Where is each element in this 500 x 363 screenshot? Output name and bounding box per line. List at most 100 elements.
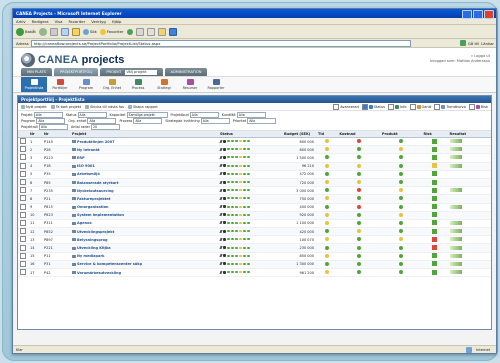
table-row[interactable]: 9 P815 Omorganisation 400 000 <box>18 203 491 212</box>
table-row[interactable]: 14 P221 Utveckling Kitjka 230 000 <box>18 243 491 253</box>
table-row[interactable]: 15 P11 Ny mediapark 850 000 <box>18 252 491 261</box>
table-row[interactable]: 17 P42 Varumärkesutveckling 961 200 <box>18 268 491 278</box>
table-row[interactable]: 2 P26 Ny Intranät 800 000 <box>18 145 491 155</box>
row-checkbox[interactable] <box>20 260 26 267</box>
info-icon[interactable] <box>223 262 226 266</box>
menu-item[interactable]: Visa <box>55 19 63 24</box>
info-icon[interactable] <box>223 254 226 258</box>
row-checkbox[interactable] <box>20 244 26 251</box>
module-button[interactable]: Rapporter <box>203 77 229 92</box>
view-toggle[interactable]: Status <box>361 103 385 110</box>
action-button[interactable]: Ta bort projekt <box>50 104 81 109</box>
action-button[interactable]: Skapa rapport <box>127 104 158 109</box>
project-name-link[interactable]: Utveckling Kitjka <box>77 246 111 250</box>
table-row[interactable]: 8 P21 Faktureprojektet 750 000 <box>18 194 491 204</box>
project-name-link[interactable]: ERP <box>77 156 85 160</box>
menu-item[interactable]: Hjälp <box>112 19 122 24</box>
forward-button[interactable] <box>38 27 47 36</box>
table-row[interactable]: 6 P85 Balanserade styrkort 720 000 <box>18 178 491 188</box>
project-name-link[interactable]: Ny Intranät <box>77 148 100 152</box>
toggle-checkbox[interactable] <box>434 103 441 110</box>
info-icon[interactable] <box>223 205 226 209</box>
project-name-link[interactable]: Ny mediapark <box>77 254 104 258</box>
filter-select[interactable]: Alla <box>247 117 277 124</box>
project-name-link[interactable]: Omorganisation <box>77 205 109 209</box>
table-row[interactable]: 16 P31 Service & kompetenscenter sökp 1 300… <box>18 260 491 270</box>
project-select[interactable]: Välj projekt <box>124 69 157 75</box>
row-checkbox[interactable] <box>20 252 26 259</box>
filter-select[interactable]: 20 <box>90 123 120 130</box>
info-icon[interactable] <box>223 155 226 159</box>
project-name-link[interactable]: Produktlinjen 2007 <box>77 140 115 144</box>
info-icon[interactable] <box>223 196 226 200</box>
view-toggle[interactable]: Gantt <box>409 103 431 110</box>
go-arrow-icon[interactable] <box>459 40 466 46</box>
info-icon[interactable] <box>223 139 226 143</box>
history-icon[interactable] <box>126 28 133 35</box>
toggle-checkbox[interactable] <box>361 103 368 110</box>
row-checkbox[interactable] <box>20 228 26 235</box>
module-button[interactable]: Org. Enhet <box>99 77 125 92</box>
info-icon[interactable] <box>223 246 226 250</box>
address-input[interactable]: http://caneaflow.projects.se/ProjectPort… <box>30 39 411 47</box>
menu-item[interactable]: Favoriter <box>68 19 85 24</box>
menu-item[interactable]: Arkiv <box>16 19 26 24</box>
folder-icon[interactable] <box>157 27 166 36</box>
project-name-link[interactable]: Balanserade styrkort <box>77 181 119 185</box>
back-button[interactable]: Bakåt <box>16 27 36 36</box>
view-toggle[interactable]: Avancerad <box>333 103 359 110</box>
toggle-checkbox[interactable] <box>409 103 416 110</box>
project-name-link[interactable]: Varumärkesutveckling <box>77 271 121 275</box>
table-row[interactable]: 7 P235 Nyckeloutsourcing 3 000 000 <box>18 186 491 196</box>
module-button[interactable]: Process <box>125 77 151 92</box>
row-checkbox[interactable] <box>20 138 26 145</box>
go-button[interactable]: Gå till <box>468 41 479 46</box>
toggle-checkbox[interactable] <box>468 103 475 110</box>
row-checkbox[interactable] <box>20 187 26 194</box>
project-name-link[interactable]: Belysningsprog <box>77 238 108 242</box>
row-checkbox[interactable] <box>20 203 26 210</box>
row-checkbox[interactable] <box>20 195 26 202</box>
table-row[interactable]: 5 P35 Arbetsmiljö 472 000 <box>18 170 491 179</box>
close-button[interactable] <box>484 10 494 19</box>
module-button[interactable]: Resurser <box>177 77 203 92</box>
project-name-link[interactable]: Faktureprojektet <box>77 197 110 201</box>
info-icon[interactable] <box>223 221 226 225</box>
filter-select[interactable]: Alla <box>200 117 230 124</box>
table-row[interactable]: 10 P623 System implementation 920 000 <box>18 211 491 220</box>
row-checkbox[interactable] <box>20 236 26 243</box>
filter-select[interactable]: Alla <box>133 117 163 124</box>
favorites-button[interactable]: Favoriter <box>99 28 124 35</box>
project-name-link[interactable]: Agenox <box>77 221 92 225</box>
row-checkbox[interactable] <box>20 219 26 226</box>
project-name-link[interactable]: Arbetsmiljö <box>77 172 100 176</box>
project-name-link[interactable]: Utvecklingsprojekt <box>77 230 114 234</box>
project-name-link[interactable]: Nyckeloutsourcing <box>77 189 114 193</box>
table-row[interactable]: 11 P311 Agenox 1 100 000 <box>18 219 491 229</box>
info-icon[interactable] <box>223 147 226 151</box>
table-row[interactable]: 3 P223 ERP 1 500 000 <box>18 153 491 163</box>
row-checkbox[interactable] <box>20 154 26 161</box>
toggle-checkbox[interactable] <box>333 103 340 110</box>
print-icon[interactable] <box>146 27 155 36</box>
row-checkbox[interactable] <box>20 179 26 186</box>
info-icon[interactable] <box>223 164 226 168</box>
row-checkbox[interactable] <box>20 170 26 177</box>
module-button[interactable]: Portföljer <box>47 77 73 92</box>
info-icon[interactable] <box>223 237 226 241</box>
module-button[interactable]: Program <box>73 77 99 92</box>
info-icon[interactable] <box>223 172 226 176</box>
messenger-icon[interactable] <box>168 27 177 36</box>
tab-projekt[interactable]: PROJEKT Välj projekt <box>100 68 163 76</box>
table-row[interactable]: 13 P897 Belysningsprog 100 070 <box>18 235 491 245</box>
minimize-button[interactable] <box>462 10 472 19</box>
table-row[interactable]: 1 P145 Produktlinjen 2007 800 000 <box>18 137 491 147</box>
project-name-link[interactable]: Service & kompetenscenter sökp <box>77 262 142 266</box>
search-button[interactable]: Sök <box>82 28 97 35</box>
home-icon[interactable] <box>71 27 80 36</box>
info-icon[interactable] <box>223 180 226 184</box>
mail-icon[interactable] <box>135 27 144 36</box>
module-button[interactable]: Projektlista <box>21 77 47 92</box>
info-icon[interactable] <box>223 270 226 274</box>
project-name-link[interactable]: ISO 9001 <box>77 164 95 168</box>
